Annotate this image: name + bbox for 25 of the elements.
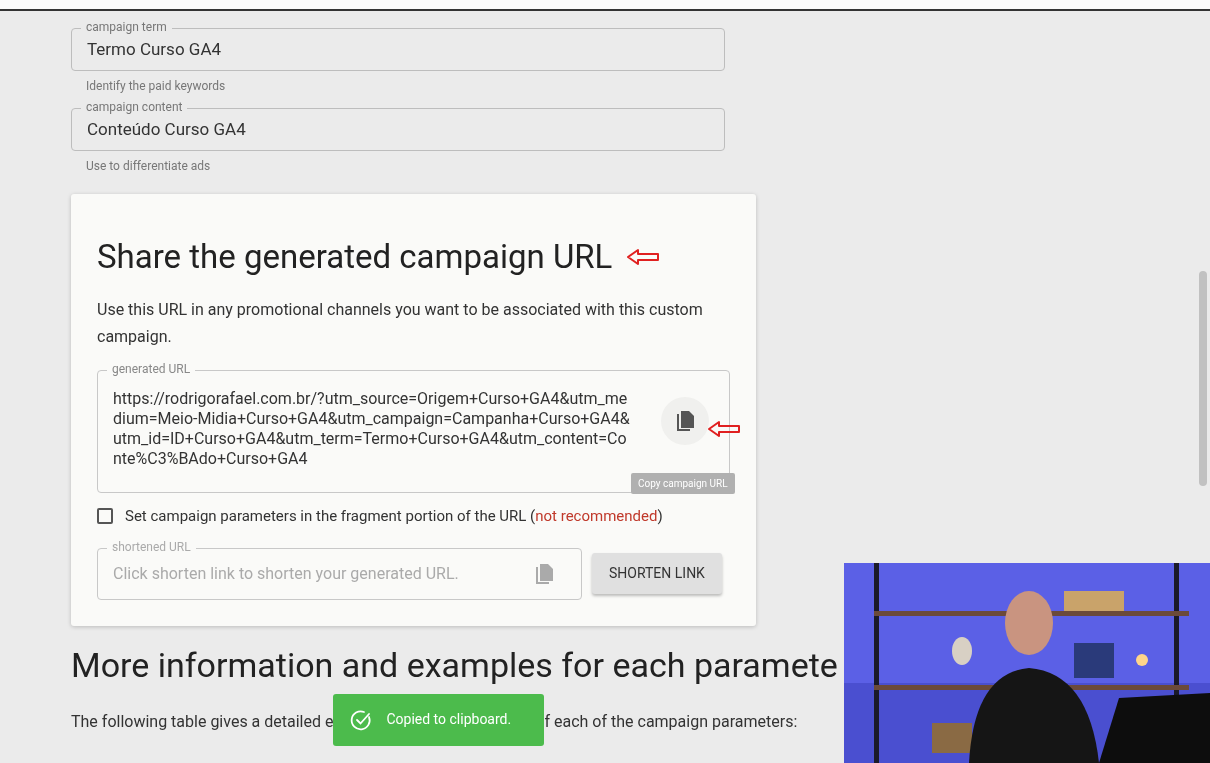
field-label: generated URL xyxy=(107,361,196,377)
card-title: Share the generated campaign URL xyxy=(97,236,613,278)
copy-button[interactable] xyxy=(661,397,709,445)
field-value: Termo Curso GA4 xyxy=(87,37,222,61)
section-heading: More information and examples for each paramete xyxy=(71,643,839,686)
tooltip: Copy campaign URL xyxy=(631,473,735,494)
copy-icon xyxy=(676,410,694,432)
field-label: campaign content xyxy=(81,99,188,115)
helper-text: Identify the paid keywords xyxy=(85,78,227,95)
toast-message: Copied to clipboard. xyxy=(386,710,512,729)
field-value: Conteúdo Curso GA4 xyxy=(87,117,246,141)
check-circle-icon xyxy=(350,708,373,731)
card-description: Use this URL in any promotional channels you want to be associated with this custom campaign. xyxy=(97,299,704,348)
url-text: https://rodrigorafael.com.br/?utm_source=Origem+Curso+GA4&utm_medium=Meio-Midia+Curso+GA4&utm_campaign=Campanha+Curso+GA4&utm_id=ID+Curso+GA4&utm_term=Termo+Curso+GA4&utm_content=Conte%C3%BAdo+Curso+GA4 xyxy=(113,389,631,469)
checkbox[interactable] xyxy=(97,508,113,525)
field-placeholder: Click shorten link to shorten your generated URL. xyxy=(113,562,459,585)
checkbox-label: Set campaign parameters in the fragment portion of the URL (not recommended) xyxy=(125,506,663,527)
shorten-link-button[interactable]: SHORTEN LINK xyxy=(592,553,722,594)
section-text: The following table gives a detailed e xyxy=(71,710,334,733)
field-label: campaign term xyxy=(81,19,172,35)
helper-text: Use to differentiate ads xyxy=(85,158,212,175)
arrow-icon xyxy=(707,420,741,438)
arrow-icon xyxy=(626,248,661,266)
copy-icon xyxy=(535,562,553,585)
section-text: f each of the campaign parameters: xyxy=(544,710,798,733)
